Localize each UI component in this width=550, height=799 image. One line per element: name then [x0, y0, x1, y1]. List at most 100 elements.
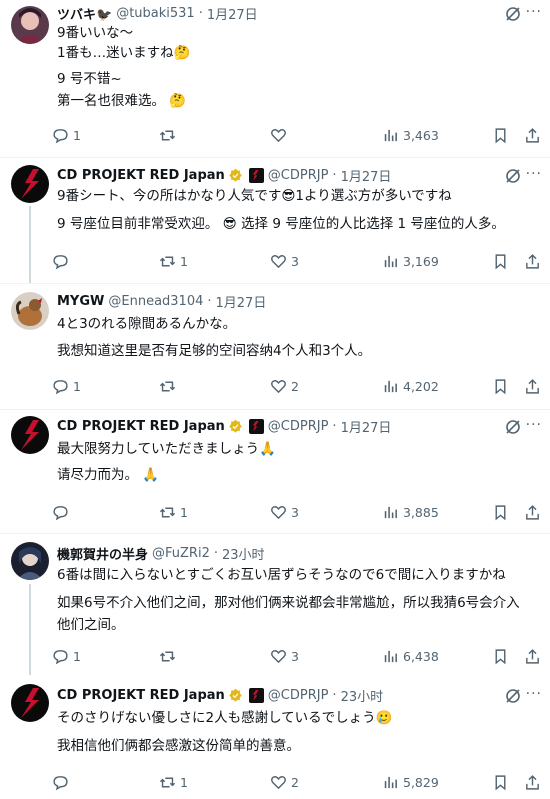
author-handle[interactable]: @FuZRi2: [152, 546, 210, 561]
timestamp[interactable]: 1月27日: [207, 4, 258, 23]
author-name[interactable]: CD PROJEKT RED Japan: [57, 419, 225, 434]
reply-button[interactable]: 1: [52, 125, 81, 145]
share-button[interactable]: [524, 772, 541, 792]
like-count: 3: [291, 504, 299, 520]
author-name[interactable]: MYGW: [57, 294, 104, 309]
views-button[interactable]: 4,202: [382, 376, 439, 396]
author-name[interactable]: 機郭賀井の半身: [57, 544, 148, 563]
like-button[interactable]: 3: [270, 646, 299, 666]
text-line: 9番いいな〜: [57, 25, 134, 41]
heart-icon: [271, 379, 286, 393]
translation-line: 我相信他们俩都会感激这份简单的善意。: [57, 738, 300, 754]
author-handle[interactable]: @tubaki531: [116, 6, 195, 21]
more-options-icon[interactable]: ···: [526, 166, 542, 182]
like-button[interactable]: 3: [270, 251, 299, 271]
reply-icon: [53, 379, 68, 394]
reply-button[interactable]: [52, 502, 73, 522]
grok-icon[interactable]: [504, 687, 522, 705]
avatar[interactable]: [11, 165, 49, 203]
share-icon: [526, 378, 539, 394]
share-icon: [526, 127, 539, 143]
reply-button[interactable]: 1: [52, 376, 81, 396]
author-name[interactable]: CD PROJEKT RED Japan: [57, 168, 225, 183]
bookmark-button[interactable]: [492, 376, 509, 396]
translation-line: 我想知道这里是否有足够的空间容纳4个人和3个人。: [57, 343, 372, 359]
translation-line: 如果6号不介入他们之间，那对他们俩来说都会非常尴尬，所以我猜6号会介入: [57, 595, 520, 611]
bookmark-button[interactable]: [492, 646, 509, 666]
retweet-icon: [159, 256, 176, 266]
grok-icon[interactable]: [504, 418, 522, 436]
tweet[interactable]: 機郭賀井の半身 @FuZRi2 · 23小时 6番は間に入らないとすごくお互い居…: [0, 534, 550, 675]
grok-icon[interactable]: [504, 5, 522, 23]
timestamp[interactable]: 1月27日: [216, 292, 267, 311]
share-button[interactable]: [524, 376, 541, 396]
timestamp[interactable]: 23小时: [341, 686, 384, 705]
separator-dot: ·: [332, 418, 337, 434]
tweet[interactable]: CD PROJEKT RED Japan @CDPRJP · 23小时 ··· …: [0, 675, 550, 799]
like-button[interactable]: 2: [270, 376, 299, 396]
share-button[interactable]: [524, 502, 541, 522]
more-options-icon[interactable]: ···: [526, 686, 542, 702]
text-line: 1番も…迷いますね🤔: [57, 45, 191, 61]
tweet-text: 9番いいな〜 1番も…迷いますね🤔: [57, 23, 190, 63]
views-button[interactable]: 3,463: [382, 125, 439, 145]
timestamp[interactable]: 23小时: [222, 544, 265, 563]
share-button[interactable]: [524, 251, 541, 271]
retweet-count: 1: [180, 774, 188, 790]
views-icon: [384, 380, 397, 392]
tweet[interactable]: CD PROJEKT RED Japan @CDPRJP · 1月27日 ···…: [0, 410, 550, 533]
share-icon: [526, 504, 539, 520]
author-handle[interactable]: @CDPRJP: [268, 419, 329, 434]
author-handle[interactable]: @CDPRJP: [268, 688, 329, 703]
more-options-icon[interactable]: ···: [526, 417, 542, 433]
affiliate-badge-icon: [248, 687, 264, 703]
grok-icon[interactable]: [504, 167, 522, 185]
translated-text: 如果6号不介入他们之间，那对他们俩来说都会非常尴尬，所以我猜6号会介入 他们之间…: [57, 592, 537, 636]
tweet[interactable]: ツバキ🐦‍⬛ @tubaki531 · 1月27日 ··· 9番いいな〜 1番も…: [0, 0, 550, 157]
author-name[interactable]: CD PROJEKT RED Japan: [57, 688, 225, 703]
bookmark-button[interactable]: [492, 125, 509, 145]
tweet[interactable]: CD PROJEKT RED Japan @CDPRJP · 1月27日 ···…: [0, 158, 550, 284]
views-button[interactable]: 6,438: [382, 646, 439, 666]
avatar[interactable]: [11, 292, 49, 330]
reply-button[interactable]: 1: [52, 646, 81, 666]
author-handle[interactable]: @CDPRJP: [268, 168, 329, 183]
retweet-icon: [159, 777, 176, 787]
share-button[interactable]: [524, 646, 541, 666]
bookmark-button[interactable]: [492, 502, 509, 522]
share-button[interactable]: [524, 125, 541, 145]
retweet-count: 1: [180, 253, 188, 269]
tweet[interactable]: MYGW @Ennead3104 · 1月27日 4と3のれる隙間あるんかな。 …: [0, 284, 550, 409]
avatar[interactable]: [11, 416, 49, 454]
views-button[interactable]: 5,829: [382, 772, 439, 792]
retweet-button[interactable]: 1: [159, 772, 188, 792]
retweet-button[interactable]: [159, 646, 180, 666]
reply-button[interactable]: [52, 251, 73, 271]
retweet-button[interactable]: [159, 125, 180, 145]
avatar[interactable]: [11, 542, 49, 580]
heart-icon: [271, 649, 286, 663]
timestamp[interactable]: 1月27日: [341, 166, 392, 185]
action-bar: 1 3 3,169: [52, 251, 542, 271]
more-options-icon[interactable]: ···: [526, 4, 542, 20]
bookmark-button[interactable]: [492, 772, 509, 792]
author-handle[interactable]: @Ennead3104: [108, 294, 203, 309]
like-button[interactable]: 3: [270, 502, 299, 522]
reply-button[interactable]: [52, 772, 73, 792]
views-button[interactable]: 3,885: [382, 502, 439, 522]
views-button[interactable]: 3,169: [382, 251, 439, 271]
like-button[interactable]: 2: [270, 772, 299, 792]
view-count: 5,829: [403, 774, 439, 790]
retweet-button[interactable]: 1: [159, 502, 188, 522]
bookmark-button[interactable]: [492, 251, 509, 271]
author-name[interactable]: ツバキ🐦‍⬛: [57, 4, 112, 23]
thread-line: [29, 584, 31, 675]
avatar[interactable]: [11, 684, 49, 722]
retweet-button[interactable]: [159, 376, 180, 396]
timestamp[interactable]: 1月27日: [341, 417, 392, 436]
affiliate-badge-icon: [248, 418, 264, 434]
retweet-icon: [159, 651, 176, 661]
avatar[interactable]: [11, 6, 49, 44]
like-button[interactable]: [270, 125, 291, 145]
retweet-button[interactable]: 1: [159, 251, 188, 271]
